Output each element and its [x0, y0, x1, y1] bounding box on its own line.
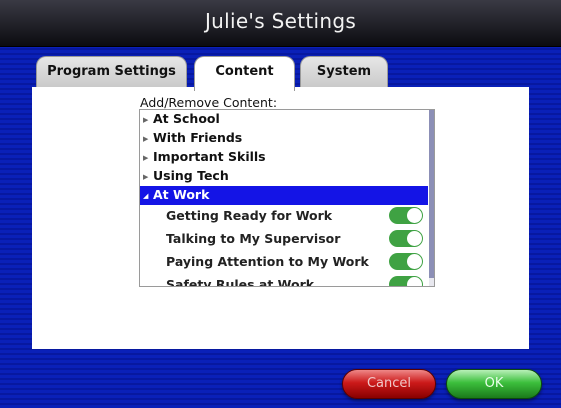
category-label: With Friends	[153, 130, 243, 145]
category-important-skills[interactable]: ▶ Important Skills	[140, 148, 428, 167]
title-bar: Julie's Settings	[0, 0, 561, 47]
content-toggle[interactable]	[389, 276, 423, 286]
content-toggle[interactable]	[389, 230, 423, 247]
scrollbar-thumb[interactable]	[429, 110, 434, 278]
category-with-friends[interactable]: ▶ With Friends	[140, 129, 428, 148]
toggle-knob	[407, 208, 422, 223]
content-item-paying-attention: Paying Attention to My Work	[140, 250, 428, 273]
ok-button[interactable]: OK	[446, 369, 542, 399]
toggle-knob	[407, 254, 422, 269]
content-toggle[interactable]	[389, 253, 423, 270]
category-label: Using Tech	[153, 168, 229, 183]
triangle-right-icon[interactable]: ▶	[143, 130, 153, 148]
content-item-safety-rules: Safety Rules at Work	[140, 273, 428, 287]
category-label: Important Skills	[153, 149, 266, 164]
tab-program-settings[interactable]: Program Settings	[36, 56, 187, 89]
tab-system[interactable]: System	[300, 56, 388, 89]
content-list[interactable]: ▶ At School ▶ With Friends ▶ Important Skil…	[139, 109, 435, 287]
add-remove-content-label: Add/Remove Content:	[140, 95, 278, 110]
content-item-label: Paying Attention to My Work	[166, 254, 369, 269]
toggle-knob	[407, 277, 422, 286]
category-at-school[interactable]: ▶ At School	[140, 110, 428, 129]
content-toggle[interactable]	[389, 207, 423, 224]
triangle-right-icon[interactable]: ▶	[143, 168, 153, 186]
category-label: At School	[153, 111, 220, 126]
tab-content[interactable]: Content	[194, 56, 295, 91]
window-title: Julie's Settings	[204, 9, 357, 33]
content-item-label: Talking to My Supervisor	[166, 231, 341, 246]
list-scrollbar[interactable]	[429, 110, 434, 286]
category-at-work[interactable]: ◢ At Work	[140, 186, 428, 205]
category-label: At Work	[153, 187, 210, 202]
content-item-label: Safety Rules at Work	[166, 277, 315, 287]
triangle-right-icon[interactable]: ▶	[143, 149, 153, 167]
cancel-button[interactable]: Cancel	[342, 369, 436, 399]
content-item-label: Getting Ready for Work	[166, 208, 333, 223]
triangle-right-icon[interactable]: ▶	[143, 111, 153, 129]
triangle-down-icon[interactable]: ◢	[143, 187, 153, 205]
content-item-getting-ready: Getting Ready for Work	[140, 204, 428, 227]
content-item-talking-supervisor: Talking to My Supervisor	[140, 227, 428, 250]
toggle-knob	[407, 231, 422, 246]
category-using-tech[interactable]: ▶ Using Tech	[140, 167, 428, 186]
